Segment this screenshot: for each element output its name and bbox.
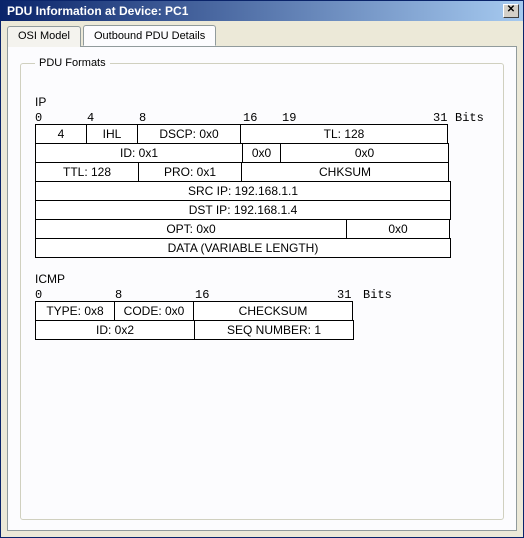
icmp-block: ICMP 0 8 16 31 Bits TYPE: 0x8 CODE: 0x0 … [35, 272, 489, 340]
ip-bit-0: 0 [35, 111, 42, 125]
tabs: OSI Model Outbound PDU Details [1, 21, 523, 46]
icmp-title: ICMP [35, 272, 489, 286]
ip-bits-label: Bits [455, 111, 484, 125]
ip-total-length: TL: 128 [240, 124, 448, 144]
tab-panel: PDU Formats IP 0 4 8 16 19 31 Bits [7, 46, 517, 531]
tab-osi-model[interactable]: OSI Model [7, 26, 81, 47]
close-icon[interactable]: ✕ [503, 4, 519, 18]
fieldset-legend: PDU Formats [35, 57, 110, 69]
ip-bit-19: 19 [282, 111, 296, 125]
ip-src: SRC IP: 192.168.1.1 [35, 181, 451, 201]
titlebar: PDU Information at Device: PC1 ✕ [1, 1, 523, 21]
pdu-formats-fieldset: PDU Formats IP 0 4 8 16 19 31 Bits [20, 57, 504, 520]
icmp-bit-31: 31 [337, 288, 351, 302]
ip-ttl: TTL: 128 [35, 162, 139, 182]
ip-ihl: IHL [86, 124, 138, 144]
icmp-code: CODE: 0x0 [114, 301, 194, 321]
icmp-bits-label: Bits [363, 288, 392, 302]
tab-outbound-pdu[interactable]: Outbound PDU Details [83, 25, 216, 46]
icmp-bit-ruler: 0 8 16 31 Bits [35, 288, 355, 302]
ip-dst: DST IP: 192.168.1.4 [35, 200, 451, 220]
icmp-bit-8: 8 [115, 288, 122, 302]
ip-title: IP [35, 95, 489, 109]
ip-dscp: DSCP: 0x0 [137, 124, 241, 144]
pdu-info-window: PDU Information at Device: PC1 ✕ OSI Mod… [0, 0, 524, 538]
ip-block: IP 0 4 8 16 19 31 Bits 4 IHL DSCP: 0x0 [35, 95, 489, 258]
ip-protocol: PRO: 0x1 [138, 162, 242, 182]
icmp-checksum: CHECKSUM [193, 301, 353, 321]
ip-padding: 0x0 [346, 219, 450, 239]
ip-bit-4: 4 [87, 111, 94, 125]
ip-options: OPT: 0x0 [35, 219, 347, 239]
icmp-bit-0: 0 [35, 288, 42, 302]
ip-flags: 0x0 [242, 143, 281, 163]
ip-checksum: CHKSUM [241, 162, 449, 182]
ip-bit-ruler: 0 4 8 16 19 31 Bits [35, 111, 451, 125]
icmp-seq: SEQ NUMBER: 1 [194, 320, 354, 340]
ip-id: ID: 0x1 [35, 143, 243, 163]
ip-bit-16: 16 [243, 111, 257, 125]
ip-bit-8: 8 [139, 111, 146, 125]
ip-version: 4 [35, 124, 87, 144]
ip-data: DATA (VARIABLE LENGTH) [35, 238, 451, 258]
icmp-type: TYPE: 0x8 [35, 301, 115, 321]
ip-frag-offset: 0x0 [280, 143, 449, 163]
icmp-id: ID: 0x2 [35, 320, 195, 340]
ip-bit-31: 31 [433, 111, 447, 125]
icmp-bit-16: 16 [195, 288, 209, 302]
window-title: PDU Information at Device: PC1 [7, 4, 188, 18]
